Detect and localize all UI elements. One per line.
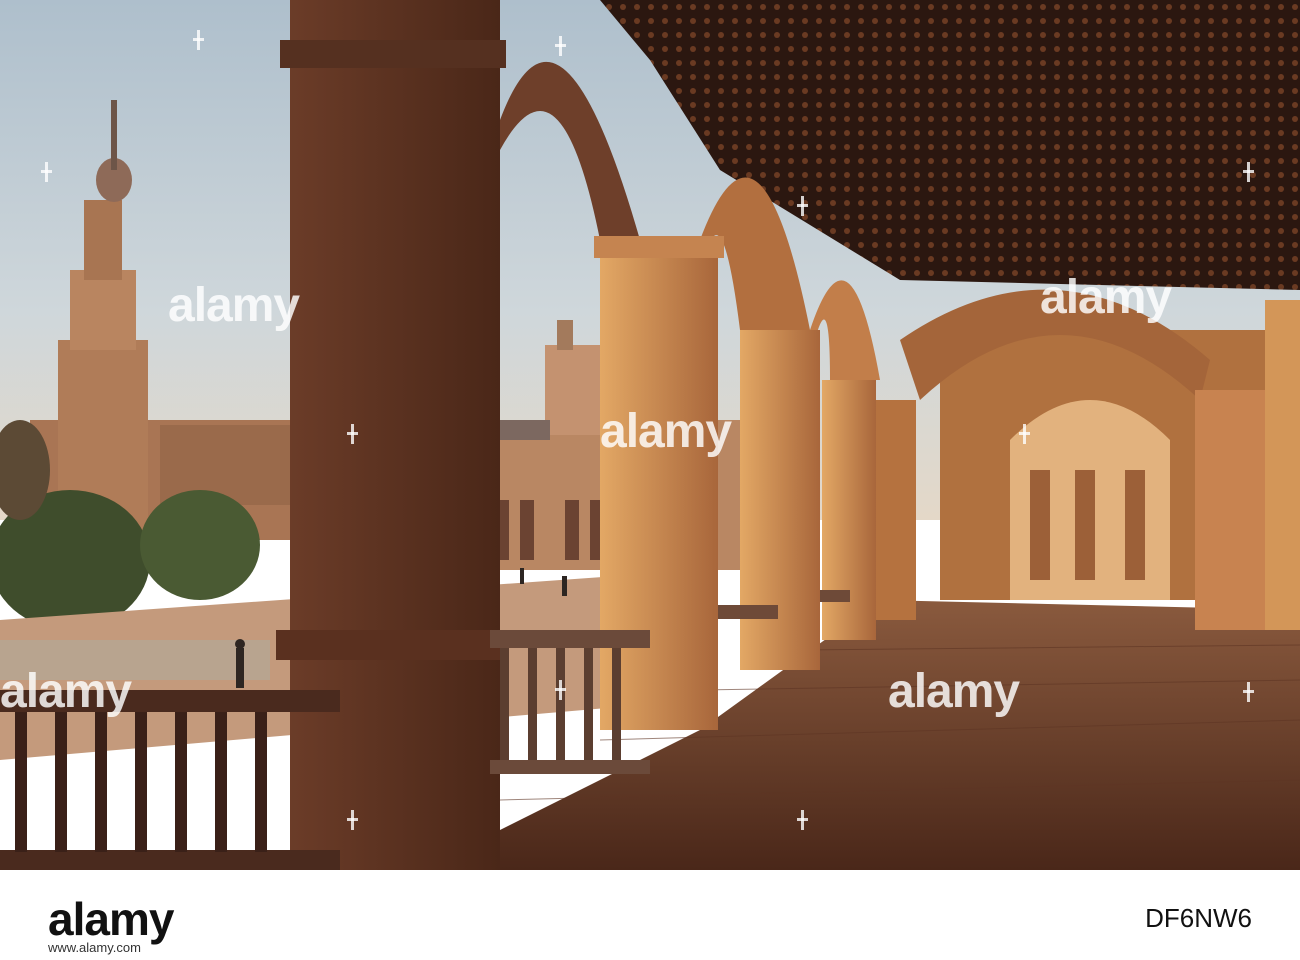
pillar-front (290, 0, 500, 870)
pillar-right (1195, 390, 1265, 630)
brand-logo: alamy (48, 893, 174, 945)
image-stage: alamy alamy alamy alamy alamy alamy DF6N… (0, 0, 1300, 960)
distant-arches (1030, 470, 1145, 580)
image-id: DF6NW6 (1145, 903, 1252, 933)
brand-url: www.alamy.com (48, 940, 141, 955)
plaza-de-espana-photo (0, 0, 1300, 870)
pillar-fifth (876, 400, 916, 620)
stock-footer: alamy DF6NW6 www.alamy.com (0, 870, 1300, 960)
